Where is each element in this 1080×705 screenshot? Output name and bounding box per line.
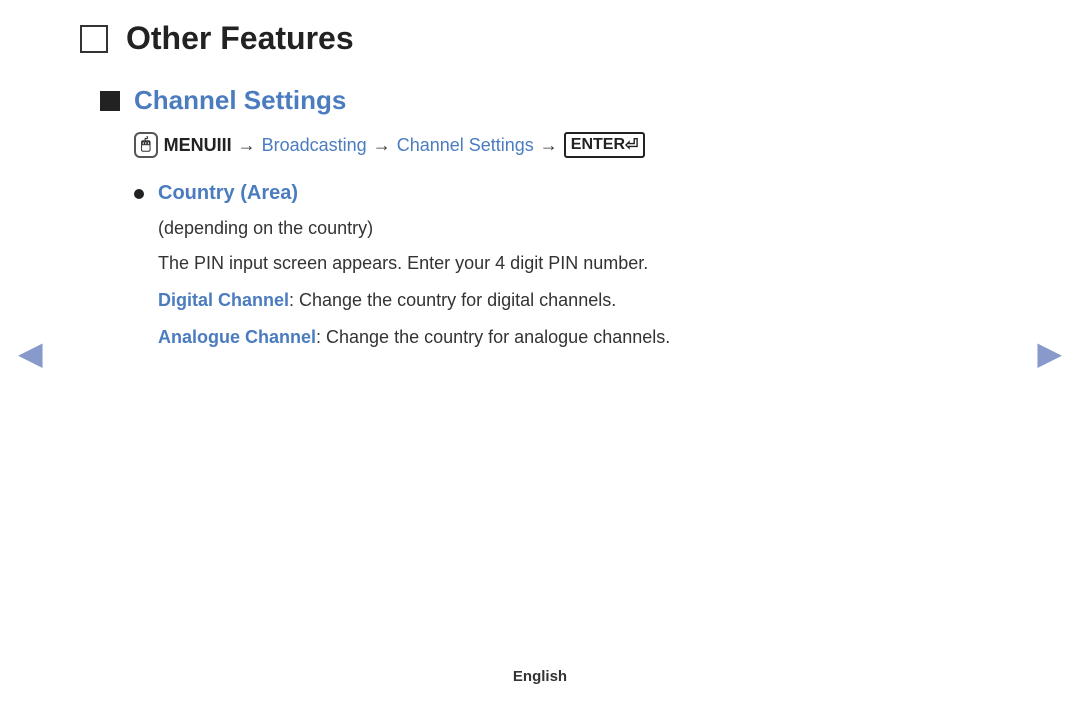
arrow-2: →	[373, 135, 391, 156]
digital-channel-link: Digital Channel	[158, 290, 289, 310]
sub-line-4: Analogue Channel: Change the country for…	[158, 324, 1000, 351]
square-icon	[100, 91, 120, 111]
channel-settings-link: Channel Settings	[397, 135, 534, 156]
enter-box: ENTER⏎	[564, 132, 646, 158]
section-title: Channel Settings	[134, 85, 346, 116]
nav-arrow-right[interactable]: ▶	[1037, 334, 1062, 372]
footer-language: English	[513, 668, 567, 685]
channel-settings-section: Channel Settings 🖱 MENUIII → Broadcastin…	[100, 85, 1000, 351]
broadcasting-link: Broadcasting	[262, 135, 367, 156]
page-title: Other Features	[126, 20, 354, 57]
sub-line-3: Digital Channel: Change the country for …	[158, 287, 1000, 314]
bullet-dot	[134, 189, 144, 199]
menu-icon-box: 🖱	[134, 132, 158, 158]
checkbox-icon	[80, 25, 108, 53]
menu-icon-symbol: 🖱	[141, 136, 151, 154]
bullet-title: Country (Area)	[158, 182, 298, 205]
menu-path-row: 🖱 MENUIII → Broadcasting → Channel Setti…	[134, 132, 1000, 158]
page-title-row: Other Features	[80, 20, 1000, 57]
sub-line-2: The PIN input screen appears. Enter your…	[158, 250, 1000, 277]
arrow-3: →	[540, 135, 558, 156]
section-title-row: Channel Settings	[100, 85, 1000, 116]
menu-label: MENUIII	[164, 135, 232, 156]
sub-line-1: (depending on the country)	[158, 215, 1000, 242]
analogue-channel-link: Analogue Channel	[158, 327, 316, 347]
enter-label: ENTER	[571, 136, 625, 154]
page-container: Other Features Channel Settings 🖱 MENUII…	[0, 0, 1080, 705]
nav-arrow-left[interactable]: ◀	[18, 334, 43, 372]
sub-line-3-suffix: : Change the country for digital channel…	[289, 290, 616, 310]
bullet-row: Country (Area)	[134, 182, 1000, 205]
bullet-section: Country (Area) (depending on the country…	[134, 182, 1000, 351]
sub-line-4-suffix: : Change the country for analogue channe…	[316, 327, 670, 347]
arrow-1: →	[238, 135, 256, 156]
